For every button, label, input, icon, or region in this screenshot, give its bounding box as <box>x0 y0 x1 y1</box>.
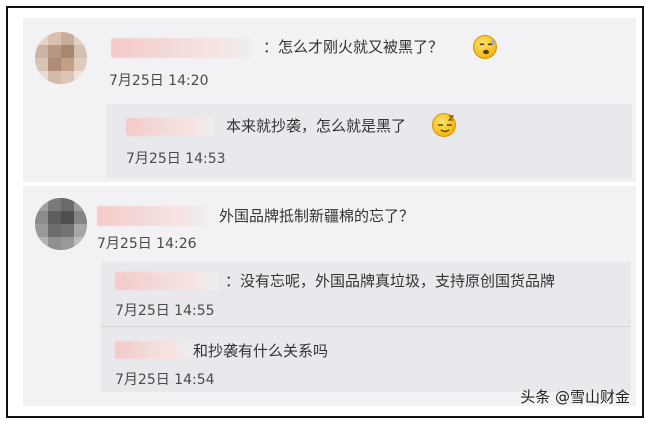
reply-item: 本来就抄袭，怎么就是黑了 7月25日 14:53 <box>106 104 632 178</box>
sweat-face-emoji-icon <box>473 35 497 59</box>
comment-thread: 外国品牌抵制新疆棉的忘了？ 7月25日 14:26 ：没有忘呢，外国品牌真垃圾，… <box>23 186 636 406</box>
reply-text: 本来就抄袭，怎么就是黑了 <box>226 117 407 135</box>
comment-timestamp: 7月25日 14:26 <box>97 236 197 252</box>
sleepy-face-emoji-icon <box>432 113 456 137</box>
username-blurred[interactable] <box>115 272 219 290</box>
screenshot-frame: ：怎么才刚火就又被黑了？ 7月25日 14:20 本来就抄袭，怎么就是黑了 7月… <box>6 6 644 418</box>
comment-timestamp: 7月25日 14:20 <box>109 73 209 89</box>
username-blurred[interactable] <box>115 341 191 359</box>
reply-text: 和抄袭有什么关系吗 <box>193 342 329 360</box>
reply-item: ：没有忘呢，外国品牌真垃圾，支持原创国货品牌 7月25日 14:55 <box>101 262 631 327</box>
reply-item: 和抄袭有什么关系吗 7月25日 14:54 <box>101 327 631 392</box>
avatar[interactable] <box>35 198 87 250</box>
username-blurred[interactable] <box>111 38 251 58</box>
watermark: 头条 @雪山财金 <box>520 388 630 406</box>
reply-timestamp: 7月25日 14:54 <box>115 372 215 388</box>
reply-timestamp: 7月25日 14:53 <box>126 151 226 167</box>
avatar[interactable] <box>35 32 87 84</box>
reply-text: ：没有忘呢，外国品牌真垃圾，支持原创国货品牌 <box>225 272 556 290</box>
username-blurred[interactable] <box>97 206 207 226</box>
username-blurred[interactable] <box>126 118 214 136</box>
comment-text: ：怎么才刚火就又被黑了？ <box>263 38 444 56</box>
comment-thread: ：怎么才刚火就又被黑了？ 7月25日 14:20 本来就抄袭，怎么就是黑了 7月… <box>23 18 636 182</box>
comment-text: 外国品牌抵制新疆棉的忘了？ <box>219 207 415 225</box>
reply-timestamp: 7月25日 14:55 <box>115 303 215 319</box>
